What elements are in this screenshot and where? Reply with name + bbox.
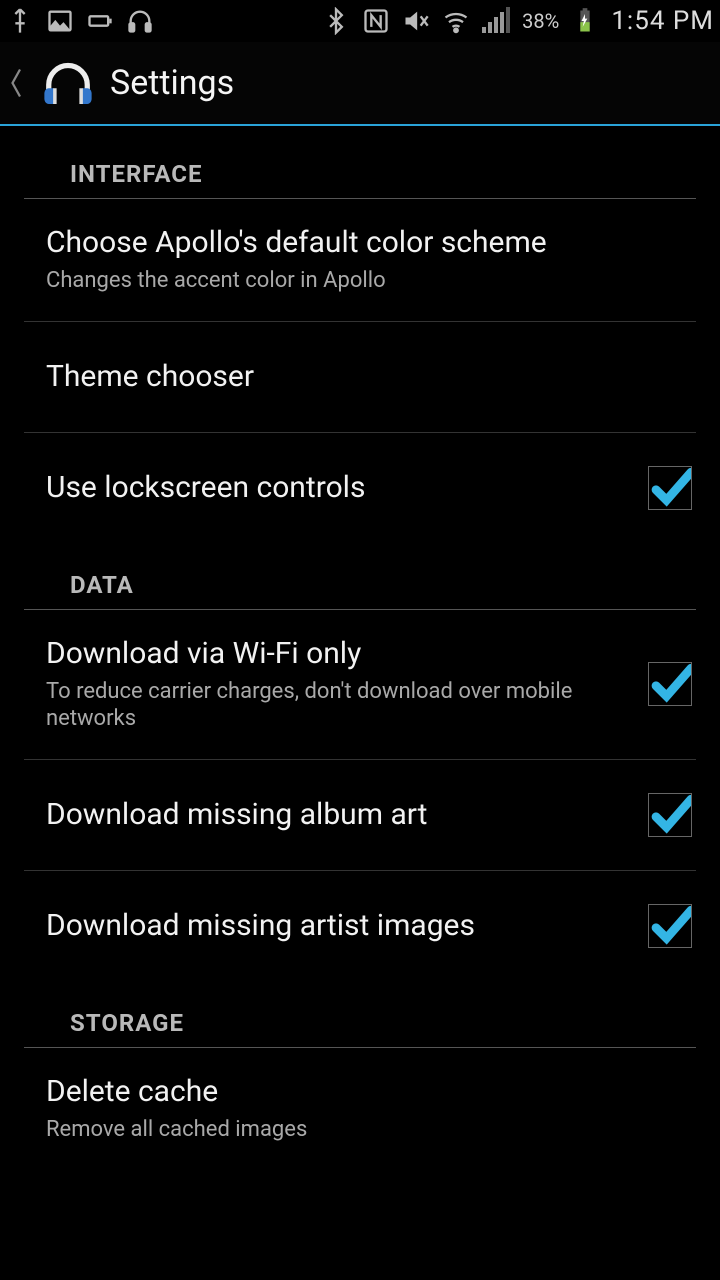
- pref-delete-cache[interactable]: Delete cache Remove all cached images: [0, 1048, 720, 1170]
- mute-icon: [402, 7, 430, 35]
- pref-title: Choose Apollo's default color scheme: [46, 225, 672, 261]
- pref-theme-chooser[interactable]: Theme chooser: [0, 322, 720, 432]
- battery-charging-icon: [571, 7, 599, 35]
- status-bar: 38% 1:54 PM: [0, 0, 720, 42]
- checkbox-artist-images[interactable]: [648, 904, 692, 948]
- settings-list: INTERFACE Choose Apollo's default color …: [0, 126, 720, 1280]
- section-header-data: DATA: [24, 543, 696, 610]
- pref-title: Delete cache: [46, 1074, 672, 1110]
- pref-title: Download via Wi-Fi only: [46, 636, 628, 672]
- checkbox-wifi-only[interactable]: [648, 662, 692, 706]
- pref-lockscreen-controls[interactable]: Use lockscreen controls: [0, 433, 720, 543]
- page-title: Settings: [110, 63, 234, 103]
- usb-icon: [6, 7, 34, 35]
- back-icon[interactable]: [8, 63, 26, 103]
- action-bar[interactable]: Settings: [0, 42, 720, 126]
- nfc-icon: [362, 7, 390, 35]
- pref-artist-images[interactable]: Download missing artist images: [0, 871, 720, 981]
- pref-wifi-only[interactable]: Download via Wi-Fi only To reduce carrie…: [0, 610, 720, 759]
- pref-sub: Remove all cached images: [46, 1116, 672, 1144]
- checkbox-album-art[interactable]: [648, 793, 692, 837]
- pref-title: Theme chooser: [46, 359, 672, 395]
- pref-sub: To reduce carrier charges, don't downloa…: [46, 678, 628, 733]
- clock: 1:54 PM: [611, 6, 714, 36]
- wifi-icon: [442, 7, 470, 35]
- pref-sub: Changes the accent color in Apollo: [46, 267, 672, 295]
- battery-percent: 38%: [522, 9, 559, 33]
- pref-album-art[interactable]: Download missing album art: [0, 760, 720, 870]
- battery-icon: [86, 7, 114, 35]
- pref-title: Download missing album art: [46, 797, 628, 833]
- pref-color-scheme[interactable]: Choose Apollo's default color scheme Cha…: [0, 199, 720, 321]
- bluetooth-icon: [322, 7, 350, 35]
- pref-title: Use lockscreen controls: [46, 470, 628, 506]
- picture-icon: [46, 7, 74, 35]
- pref-title: Download missing artist images: [46, 908, 628, 944]
- app-headphones-icon[interactable]: [40, 55, 96, 111]
- section-header-storage: STORAGE: [24, 981, 696, 1048]
- headphones-icon: [126, 7, 154, 35]
- signal-icon: [482, 7, 510, 35]
- checkbox-lockscreen[interactable]: [648, 466, 692, 510]
- section-header-interface: INTERFACE: [24, 126, 696, 199]
